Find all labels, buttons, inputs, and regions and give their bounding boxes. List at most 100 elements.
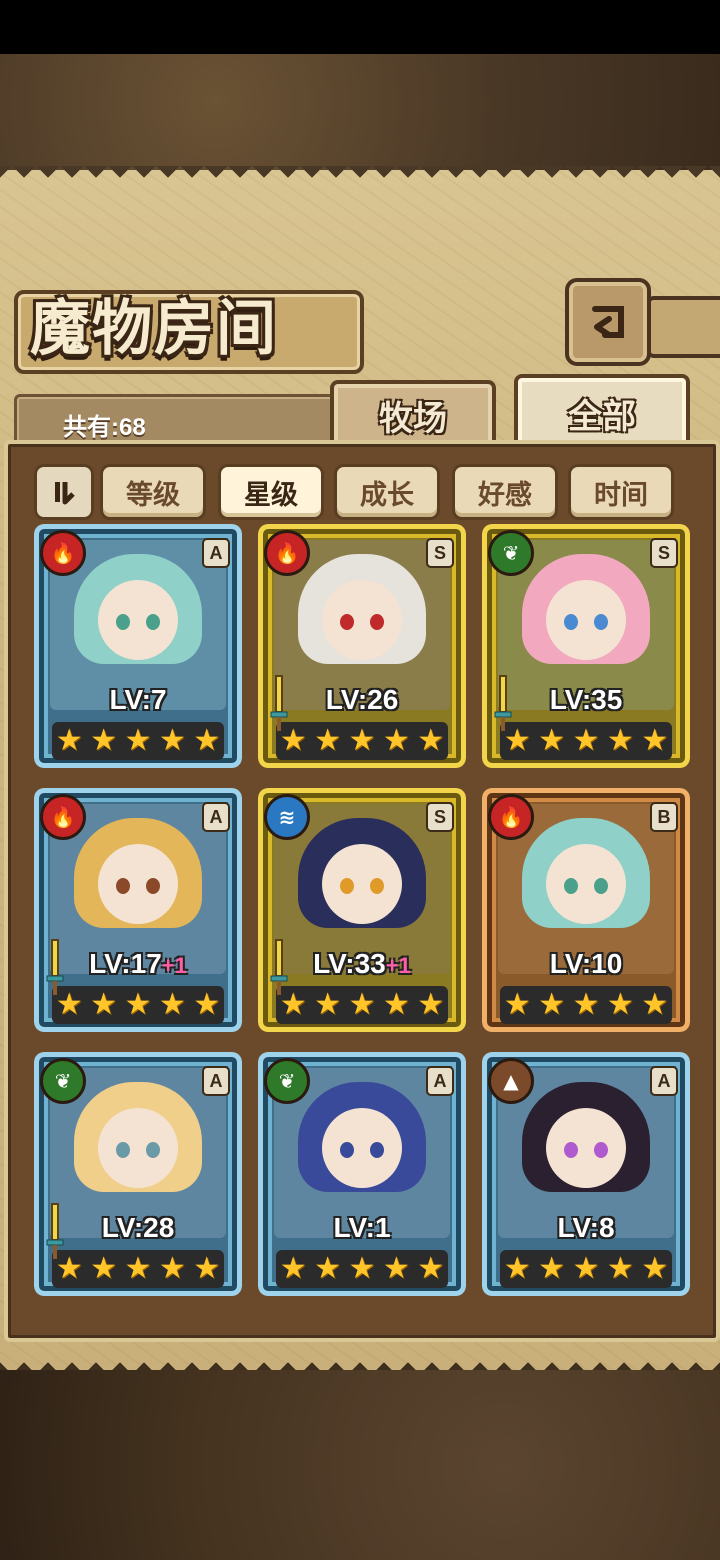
- star-rating: ★ ★ ★ ★ ★: [276, 986, 448, 1024]
- rank-badge: A: [426, 1066, 454, 1096]
- level-bonus: +1: [161, 953, 187, 978]
- star-icon: ★: [641, 1251, 669, 1286]
- star-rating: ★ ★ ★ ★ ★: [276, 1250, 448, 1288]
- rank-badge: A: [650, 1066, 678, 1096]
- back-rail: [646, 296, 720, 358]
- star-rating: ★ ★ ★ ★ ★: [276, 722, 448, 760]
- portrait-eye: [370, 614, 384, 630]
- star-rating: ★ ★ ★ ★ ★: [52, 1250, 224, 1288]
- portrait-eye: [340, 614, 354, 630]
- portrait-eye: [594, 614, 608, 630]
- portrait-face: [322, 844, 402, 924]
- star-icon: ★: [348, 987, 376, 1022]
- star-icon: ★: [606, 1251, 634, 1286]
- star-icon: ★: [606, 723, 634, 758]
- level-value: LV:10: [549, 948, 623, 979]
- sort-by-time-button[interactable]: 时间: [568, 464, 674, 520]
- star-icon: ★: [538, 723, 566, 758]
- star-icon: ★: [503, 1251, 531, 1286]
- star-icon: ★: [314, 987, 342, 1022]
- weapon-equipped-icon: [270, 675, 288, 731]
- portrait-face: [98, 580, 178, 660]
- fire-element-icon: 🔥: [264, 530, 310, 576]
- level-label: LV:1: [258, 1212, 466, 1244]
- level-label: LV:7: [34, 684, 242, 716]
- tab-farm[interactable]: 牧场: [330, 380, 496, 446]
- sort-bar: 等级 星级 成长 好感 时间: [34, 464, 684, 520]
- sort-order-toggle[interactable]: [34, 464, 94, 520]
- star-icon: ★: [417, 723, 445, 758]
- star-icon: ★: [158, 1251, 186, 1286]
- star-rating: ★ ★ ★ ★ ★: [500, 722, 672, 760]
- rank-badge: S: [426, 802, 454, 832]
- portrait-eye: [146, 614, 160, 630]
- star-icon: ★: [382, 1251, 410, 1286]
- monster-card[interactable]: 🔥 B LV:10 ★ ★ ★ ★ ★: [482, 788, 690, 1032]
- rank-badge: A: [202, 1066, 230, 1096]
- level-value: LV:7: [109, 684, 167, 715]
- monster-card[interactable]: 🔥 A LV:7 ★ ★ ★ ★ ★: [34, 524, 242, 768]
- star-icon: ★: [572, 723, 600, 758]
- star-icon: ★: [503, 987, 531, 1022]
- water-element-icon: ≋: [264, 794, 310, 840]
- back-arrow-icon: [592, 306, 624, 338]
- portrait-eye: [594, 878, 608, 894]
- level-bonus: +1: [385, 953, 411, 978]
- star-icon: ★: [314, 1251, 342, 1286]
- sort-by-level-button[interactable]: 等级: [100, 464, 206, 520]
- level-value: LV:17: [89, 948, 162, 979]
- star-icon: ★: [606, 987, 634, 1022]
- rank-badge: A: [202, 538, 230, 568]
- portrait-eye: [564, 1142, 578, 1158]
- weapon-equipped-icon: [270, 939, 288, 995]
- star-icon: ★: [348, 1251, 376, 1286]
- portrait-eye: [146, 1142, 160, 1158]
- portrait-eye: [370, 1142, 384, 1158]
- portrait-eye: [116, 614, 130, 630]
- status-bar: [0, 0, 720, 54]
- star-icon: ★: [193, 1251, 221, 1286]
- monster-card[interactable]: ≋ S LV:33+1 ★ ★ ★ ★ ★: [258, 788, 466, 1032]
- map-background-bottom: [0, 1370, 720, 1560]
- star-icon: ★: [572, 1251, 600, 1286]
- weapon-equipped-icon: [494, 675, 512, 731]
- star-icon: ★: [124, 1251, 152, 1286]
- fire-element-icon: 🔥: [40, 794, 86, 840]
- portrait-eye: [564, 614, 578, 630]
- portrait-eye: [340, 1142, 354, 1158]
- level-value: LV:28: [101, 1212, 175, 1243]
- monster-card[interactable]: ❦ S LV:35 ★ ★ ★ ★ ★: [482, 524, 690, 768]
- monster-card[interactable]: ▲ A LV:8 ★ ★ ★ ★ ★: [482, 1052, 690, 1296]
- star-icon: ★: [124, 987, 152, 1022]
- rank-badge: S: [650, 538, 678, 568]
- rank-badge: B: [650, 802, 678, 832]
- sort-by-growth-button[interactable]: 成长: [334, 464, 440, 520]
- monster-card[interactable]: 🔥 S LV:26 ★ ★ ★ ★ ★: [258, 524, 466, 768]
- star-icon: ★: [641, 987, 669, 1022]
- monster-card[interactable]: 🔥 A LV:17+1 ★ ★ ★ ★ ★: [34, 788, 242, 1032]
- sort-toggle-icon: [55, 482, 75, 505]
- level-label: LV:33+1: [258, 948, 466, 980]
- star-icon: ★: [279, 1251, 307, 1286]
- weapon-equipped-icon: [46, 1203, 64, 1259]
- sort-by-affection-button[interactable]: 好感: [452, 464, 558, 520]
- star-rating: ★ ★ ★ ★ ★: [52, 986, 224, 1024]
- back-button[interactable]: [565, 278, 651, 366]
- star-icon: ★: [538, 987, 566, 1022]
- monster-card[interactable]: ❦ A LV:1 ★ ★ ★ ★ ★: [258, 1052, 466, 1296]
- portrait-eye: [116, 1142, 130, 1158]
- portrait-eye: [146, 878, 160, 894]
- star-icon: ★: [572, 987, 600, 1022]
- level-label: LV:10: [482, 948, 690, 980]
- tab-all[interactable]: 全部: [514, 374, 690, 448]
- rank-badge: A: [202, 802, 230, 832]
- monster-card[interactable]: ❦ A LV:28 ★ ★ ★ ★ ★: [34, 1052, 242, 1296]
- level-value: LV:26: [325, 684, 399, 715]
- rank-badge: S: [426, 538, 454, 568]
- leaf-element-icon: ❦: [40, 1058, 86, 1104]
- portrait-eye: [116, 878, 130, 894]
- sort-by-stars-button[interactable]: 星级: [218, 464, 324, 520]
- star-rating: ★ ★ ★ ★ ★: [52, 722, 224, 760]
- level-label: LV:28: [34, 1212, 242, 1244]
- leaf-element-icon: ❦: [264, 1058, 310, 1104]
